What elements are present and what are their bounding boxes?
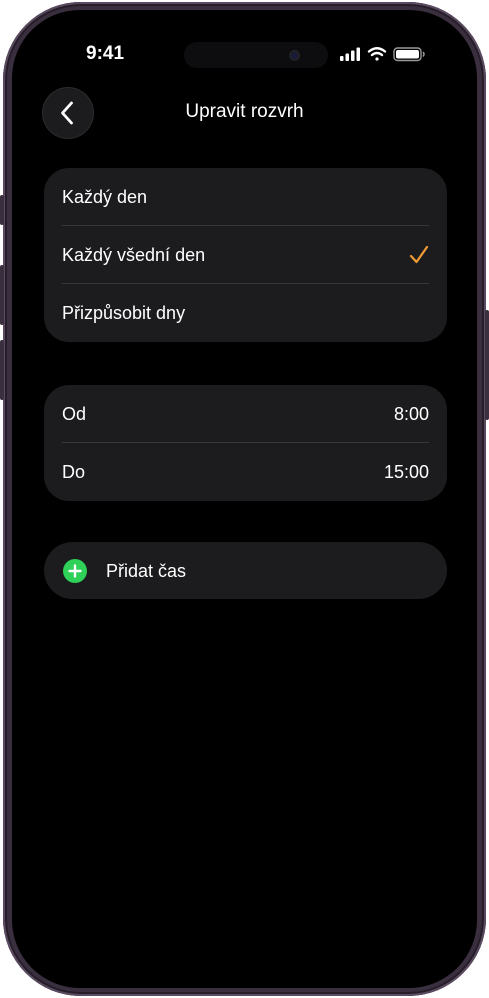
action-button	[0, 195, 4, 225]
option-every-day[interactable]: Každý den	[44, 168, 447, 226]
from-value: 8:00	[393, 404, 429, 424]
option-custom-days[interactable]: Přizpůsobit dny	[44, 284, 447, 342]
status-bar: 9:41	[12, 10, 477, 80]
from-time-row[interactable]: Od 8:00	[44, 385, 447, 443]
checkmark-icon	[409, 245, 429, 264]
repeat-options-group: Každý den Každý všední den Přizpůsobit d…	[44, 168, 447, 342]
power-button	[485, 310, 489, 420]
time-range-group: Od 8:00 Do 15:00	[44, 385, 447, 501]
front-camera	[289, 50, 300, 61]
from-label: Od	[62, 404, 87, 424]
status-icons	[340, 47, 425, 62]
option-label: Každý den	[62, 187, 148, 207]
page-title: Upravit rozvrh	[185, 101, 304, 122]
dynamic-island	[184, 42, 328, 68]
add-time-label: Přidat čas	[106, 561, 187, 581]
screen: 9:41 Upravit rozvrh Každý den Každý všed…	[12, 10, 477, 988]
volume-up-button	[0, 265, 4, 325]
to-label: Do	[62, 462, 86, 482]
option-label: Každý všední den	[62, 245, 206, 265]
to-time-row[interactable]: Do 15:00	[44, 443, 447, 501]
battery-icon	[393, 47, 425, 62]
option-every-weekday[interactable]: Každý všední den	[44, 226, 447, 284]
status-time: 9:41	[86, 43, 125, 64]
wifi-icon	[367, 47, 387, 61]
option-label: Přizpůsobit dny	[62, 303, 186, 323]
add-time-button[interactable]: Přidat čas	[44, 542, 447, 599]
cellular-signal-icon	[340, 47, 360, 61]
plus-circle-icon	[63, 559, 87, 583]
to-value: 15:00	[383, 462, 429, 482]
volume-down-button	[0, 340, 4, 400]
